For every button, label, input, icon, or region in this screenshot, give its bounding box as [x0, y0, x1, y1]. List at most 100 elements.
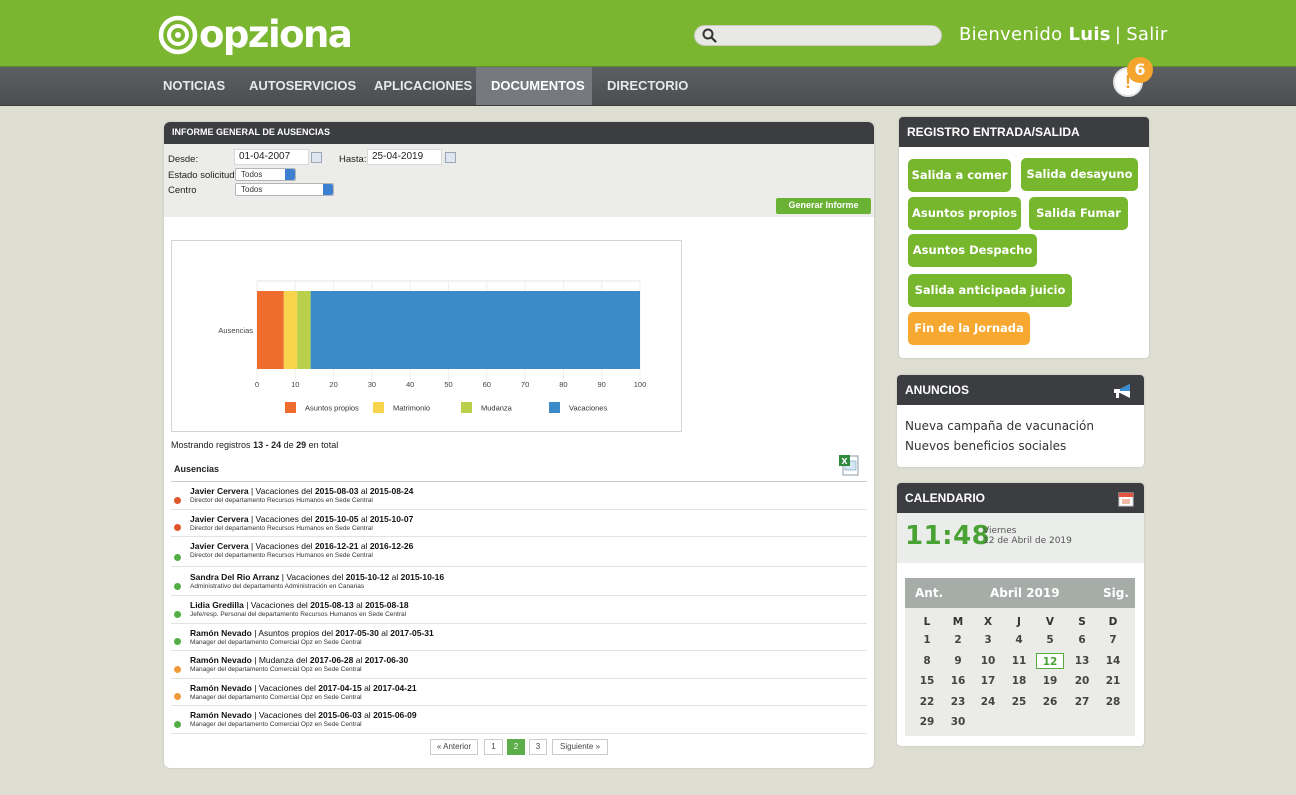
anuncio-item[interactable]: Nueva campaña de vacunación [905, 419, 1094, 433]
asuntos-despacho-button[interactable]: Asuntos Despacho [908, 234, 1037, 267]
chart-x-tick-label: 80 [559, 380, 567, 389]
calendar-day[interactable]: 2 [944, 632, 972, 648]
absence-al: al [360, 486, 368, 496]
svg-text:X: X [841, 457, 848, 466]
chart-legend-swatch [373, 402, 384, 413]
current-day: Viernes [983, 526, 1017, 536]
nav-directorio[interactable]: DIRECTORIO [592, 67, 703, 105]
centro-label: Centro [168, 185, 197, 196]
generate-report-button[interactable]: Generar Informe [776, 198, 871, 214]
nav-noticias[interactable]: NOTICIAS [148, 67, 240, 105]
pagination-next[interactable]: Siguiente » [552, 739, 608, 755]
clock-box: 11:48 Viernes 12 de Abril de 2019 [897, 513, 1144, 563]
list-item[interactable]: Ramón Nevado | Asuntos propios del 2017-… [171, 624, 867, 651]
employee-role: Manager del departamento Comercial Opz e… [190, 694, 362, 701]
search-box[interactable] [694, 25, 942, 46]
calendar-day-today[interactable]: 12 [1036, 652, 1064, 669]
hasta-calendar-icon[interactable] [445, 152, 456, 163]
calendar-day[interactable]: 28 [1099, 694, 1127, 710]
calendar-day[interactable]: 21 [1099, 673, 1127, 689]
calendar-day[interactable]: 17 [974, 673, 1002, 689]
logout-link[interactable]: Salir [1126, 24, 1167, 45]
calendar-day[interactable]: 25 [1005, 694, 1033, 710]
nav-autoservicios[interactable]: AUTOSERVICIOS [234, 67, 371, 105]
calendar-day[interactable]: 10 [974, 653, 1002, 669]
list-item[interactable]: Javier Cervera | Vacaciones del 2015-08-… [171, 482, 867, 510]
chart-x-tick-label: 60 [483, 380, 491, 389]
desde-input[interactable]: 01-04-2007 [234, 149, 309, 165]
asuntos-propios-button[interactable]: Asuntos propios [908, 197, 1021, 230]
centro-select[interactable]: Todos [235, 183, 334, 196]
calendario-panel: CALENDARIO 11:48 Viernes 12 de Abril de … [897, 483, 1144, 746]
search-icon [702, 28, 717, 43]
calendar-day[interactable]: 16 [944, 673, 972, 689]
calendar-day[interactable]: 13 [1068, 653, 1096, 669]
pagination-page-3[interactable]: 3 [529, 739, 547, 755]
absence-to: 2015-06-09 [373, 710, 417, 720]
salida-fumar-button[interactable]: Salida Fumar [1029, 197, 1128, 230]
nav-aplicaciones[interactable]: APLICACIONES [359, 67, 487, 105]
calendar-day[interactable]: 4 [1005, 632, 1033, 648]
calendar-day[interactable]: 30 [944, 714, 972, 730]
calendar-day[interactable]: 5 [1036, 632, 1064, 648]
calendar-prev-button[interactable]: Ant. [915, 586, 943, 600]
calendar-day[interactable]: 6 [1068, 632, 1096, 648]
anuncio-item[interactable]: Nuevos beneficios sociales [905, 439, 1066, 453]
estado-select[interactable]: Todos [235, 168, 296, 181]
employee-name: Javier Cervera [190, 486, 249, 496]
list-item[interactable]: Ramón Nevado | Vacaciones del 2015-06-03… [171, 706, 867, 734]
employee-name: Ramón Nevado [190, 683, 252, 693]
desde-label: Desde: [168, 154, 199, 165]
centro-select-value: Todos [241, 185, 263, 194]
hasta-input[interactable]: 25-04-2019 [367, 149, 442, 165]
calendar-day[interactable]: 20 [1068, 673, 1096, 689]
list-item[interactable]: Javier Cervera | Vacaciones del 2015-10-… [171, 510, 867, 537]
calendar-day[interactable]: 8 [913, 653, 941, 669]
salida-desayuno-button[interactable]: Salida desayuno [1021, 158, 1138, 191]
pagination-page-2[interactable]: 2 [507, 739, 525, 755]
desde-calendar-icon[interactable] [311, 152, 322, 163]
calendar-day[interactable]: 9 [944, 653, 972, 669]
status-dot [174, 583, 181, 590]
calendar-day[interactable]: 11 [1005, 653, 1033, 669]
calendar-day[interactable]: 29 [913, 714, 941, 730]
salida-anticipada-button[interactable]: Salida anticipada juicio [908, 274, 1072, 307]
absence-to: 2015-08-18 [365, 600, 409, 610]
excel-export-icon[interactable]: X [838, 454, 860, 476]
nav-documentos[interactable]: DOCUMENTOS [476, 67, 592, 105]
calendar-next-button[interactable]: Sig. [1103, 586, 1129, 600]
list-item[interactable]: Ramón Nevado | Mudanza del 2017-06-28 al… [171, 651, 867, 679]
absence-title: Ramón Nevado | Vacaciones del 2017-04-15… [190, 683, 417, 693]
chart-svg: Ausencias 0 10 20 30 40 50 60 70 80 90 100 Asuntos p… [218, 280, 646, 413]
absence-al: al [360, 514, 368, 524]
pagination-prev[interactable]: « Anterior [430, 739, 478, 755]
calendar-day[interactable]: 14 [1099, 653, 1127, 669]
search-input[interactable] [723, 28, 933, 43]
salida-comer-button[interactable]: Salida a comer [908, 159, 1011, 192]
list-item[interactable]: Javier Cervera | Vacaciones del 2016-12-… [171, 537, 867, 567]
calendar-day[interactable]: 7 [1099, 632, 1127, 648]
calendar-day[interactable]: 19 [1036, 673, 1064, 689]
calendar-day[interactable]: 18 [1005, 673, 1033, 689]
opziona-logo[interactable]: opziona [158, 14, 353, 56]
employee-role: Manager del departamento Comercial Opz e… [190, 639, 362, 646]
calendar-day[interactable]: 27 [1068, 694, 1096, 710]
absence-title: Javier Cervera | Vacaciones del 2015-08-… [190, 486, 414, 496]
calendar-day[interactable]: 26 [1036, 694, 1064, 710]
notification-count-badge: 6 [1127, 57, 1153, 83]
list-item[interactable]: Ramón Nevado | Vacaciones del 2017-04-15… [171, 679, 867, 706]
list-item[interactable]: Lidia Gredilla | Vacaciones del 2015-08-… [171, 596, 867, 624]
absence-from: 2017-04-15 [318, 683, 362, 693]
calendar-day[interactable]: 15 [913, 673, 941, 689]
calendar-day[interactable]: 22 [913, 694, 941, 710]
employee-role: Manager del departamento Comercial Opz e… [190, 666, 362, 673]
absence-al: al [364, 710, 371, 720]
calendar-day[interactable]: 24 [974, 694, 1002, 710]
weekday-header: M [952, 616, 964, 628]
list-item[interactable]: Sandra Del Rio Arranz | Vacaciones del 2… [171, 568, 867, 596]
calendar-day[interactable]: 3 [974, 632, 1002, 648]
calendar-day[interactable]: 1 [913, 632, 941, 648]
fin-jornada-button[interactable]: Fin de la Jornada [908, 312, 1030, 345]
calendar-day[interactable]: 23 [944, 694, 972, 710]
pagination-page-1[interactable]: 1 [484, 739, 503, 755]
